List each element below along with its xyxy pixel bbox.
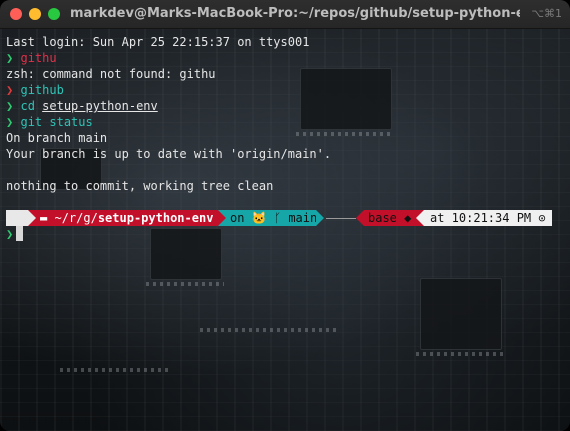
git-on-label: on xyxy=(230,211,245,225)
maximize-button[interactable] xyxy=(48,8,60,20)
terminal-window: markdev@Marks-MacBook-Pro:~/repos/github… xyxy=(0,0,570,431)
command-line: ❯ githu xyxy=(6,50,564,66)
window-title: markdev@Marks-MacBook-Pro:~/repos/github… xyxy=(70,6,520,21)
prompt-chevron-icon: ❯ xyxy=(6,51,14,65)
output-line: Your branch is up to date with 'origin/m… xyxy=(6,147,332,161)
env-name: base xyxy=(368,211,397,225)
command-line: ❯ git status xyxy=(6,114,564,130)
prompt-chevron-icon: ❯ xyxy=(6,115,14,129)
time-text: at 10:21:34 PM xyxy=(430,211,532,225)
github-icon: 🐱 xyxy=(251,211,267,225)
prompt-chevron-icon: ❯ xyxy=(6,83,14,97)
branch-name: main xyxy=(288,211,318,225)
segment-separator xyxy=(218,210,226,226)
conda-env-segment: base ◆ xyxy=(364,210,416,226)
branch-icon: ᚴ xyxy=(273,211,282,225)
command-text: github xyxy=(20,83,64,97)
path-segment: ▬ ~/r/g/setup-python-env xyxy=(36,210,218,226)
text-cursor xyxy=(16,226,24,241)
segment-separator xyxy=(316,210,324,226)
error-output: zsh: command not found: githu xyxy=(6,67,216,81)
prompt-chevron-icon: ❯ xyxy=(6,99,14,113)
output-line: nothing to commit, working tree clean xyxy=(6,179,274,193)
tab-shortcut: ⌥⌘1 xyxy=(531,7,562,20)
last-login-line: Last login: Sun Apr 25 22:15:37 on ttys0… xyxy=(6,35,310,49)
apple-icon xyxy=(6,210,28,226)
segment-separator xyxy=(28,210,36,226)
close-button[interactable] xyxy=(10,8,22,20)
command-text: git status xyxy=(20,115,93,129)
folder-icon: ▬ xyxy=(40,211,48,225)
command-line: ❯ cd setup-python-env xyxy=(6,98,564,114)
command-text: githu xyxy=(20,51,57,65)
output-line: On branch main xyxy=(6,131,108,145)
prompt-filler-line xyxy=(326,218,356,219)
prompt-chevron-icon: ❯ xyxy=(6,227,14,241)
command-text: cd xyxy=(20,99,35,113)
path-directory: setup-python-env xyxy=(97,211,214,225)
git-segment: on 🐱 ᚴ main xyxy=(226,210,318,226)
path-prefix: ~/r/g/ xyxy=(54,211,98,225)
terminal-content[interactable]: Last login: Sun Apr 25 22:15:37 on ttys0… xyxy=(6,34,564,431)
powerline-prompt: ▬ ~/r/g/setup-python-env on 🐱 ᚴ main bas… xyxy=(6,210,564,226)
minimize-button[interactable] xyxy=(29,8,41,20)
command-line: ❯ github xyxy=(6,82,564,98)
segment-separator xyxy=(416,210,424,226)
input-line[interactable]: ❯ xyxy=(6,226,564,242)
title-bar: markdev@Marks-MacBook-Pro:~/repos/github… xyxy=(0,0,570,29)
command-argument: setup-python-env xyxy=(42,99,158,113)
time-segment: at 10:21:34 PM ⊙ xyxy=(424,210,552,226)
env-icon: ◆ xyxy=(404,211,412,225)
clock-icon: ⊙ xyxy=(538,211,546,225)
segment-separator xyxy=(356,210,364,226)
